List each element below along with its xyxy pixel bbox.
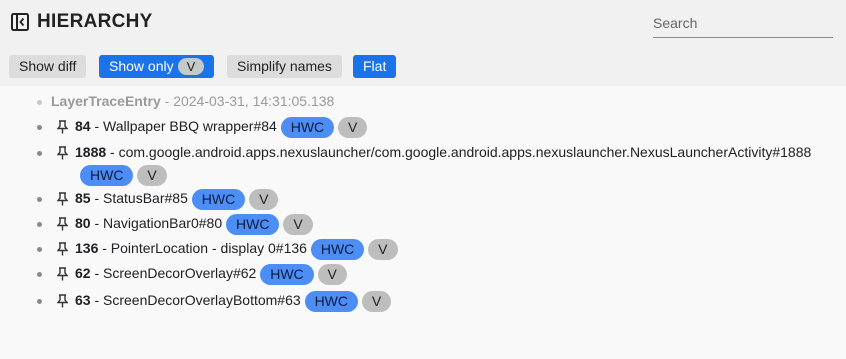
root-sep: - [160,93,174,109]
hwc-chip: HWC [310,238,365,260]
show-diff-button[interactable]: Show diff [9,55,87,78]
search-box[interactable] [653,11,833,38]
visibility-chip: V [317,263,347,285]
visibility-chip: V [137,164,167,186]
node-name: - com.google.android.apps.nexuslauncher/… [106,144,812,160]
node-name: - ScreenDecorOverlay#62 [90,265,257,281]
node-id: 1888 [75,144,107,160]
bullet-icon [37,125,42,130]
show-only-button[interactable]: Show only V [99,55,215,78]
bullet-icon [37,100,42,105]
bullet-icon [37,222,42,227]
node-name: - Wallpaper BBQ wrapper#84 [90,118,277,134]
root-label: LayerTraceEntry - 2024-03-31, 14:31:05.1… [51,91,334,111]
node-id: 80 [75,215,91,231]
flat-label: Flat [363,58,387,74]
hwc-chip: HWC [191,188,246,210]
pin-icon[interactable] [57,294,68,308]
root-timestamp: 2024-03-31, 14:31:05.138 [173,93,335,109]
root-name: LayerTraceEntry [51,93,161,109]
hwc-chip: HWC [260,263,314,285]
show-only-label: Show only [109,58,174,74]
hwc-chip: HWC [226,213,280,235]
bullet-icon [37,197,42,202]
show-only-value[interactable]: V [177,58,205,75]
node-label: 136 - PointerLocation - display 0#136 HW… [75,238,398,260]
node-label: 85 - StatusBar#85 HWC V [75,188,279,210]
pin-icon[interactable] [57,267,68,281]
bullet-icon [37,299,42,304]
pin-icon[interactable] [57,192,68,206]
visibility-chip: V [283,213,313,235]
flat-button[interactable]: Flat [353,55,397,78]
node-id: 84 [75,118,91,134]
panel-collapse-icon[interactable] [11,13,29,31]
pin-icon[interactable] [57,120,68,134]
node-label: 62 - ScreenDecorOverlay#62 HWC V [75,263,347,285]
bullet-icon [37,247,42,252]
node-name: - ScreenDecorOverlayBottom#63 [90,292,301,308]
page-title: HIERARCHY [37,11,153,32]
search-input[interactable] [653,11,833,35]
hwc-chip: HWC [304,290,358,312]
node-name: - PointerLocation - display 0#136 [98,240,307,256]
pin-icon[interactable] [57,242,68,256]
simplify-names-label: Simplify names [237,58,332,74]
visibility-chip: V [249,188,279,210]
hwc-chip: HWC [80,164,134,186]
node-label: 63 - ScreenDecorOverlayBottom#63 HWC V [75,290,392,312]
node-name: - NavigationBar0#80 [90,215,223,231]
bullet-icon [37,151,42,156]
visibility-chip: V [368,238,398,260]
node-label: 80 - NavigationBar0#80 HWC V [75,213,313,235]
bullet-icon [37,272,42,277]
visibility-chip: V [338,116,368,138]
hwc-chip: HWC [280,116,335,138]
node-chips: HWC V [80,164,167,186]
simplify-names-button[interactable]: Simplify names [227,55,342,78]
toolbar: Show diff Show only V Simplify names Flat [0,48,846,86]
pin-icon[interactable] [57,146,68,160]
node-name: - StatusBar#85 [90,190,188,206]
node-label: 1888 - com.google.android.apps.nexuslaun… [75,142,811,162]
node-id: 85 [75,190,91,206]
show-diff-label: Show diff [19,58,77,74]
hierarchy-header: HIERARCHY [0,0,846,48]
pin-icon[interactable] [57,217,68,231]
node-id: 136 [75,240,99,256]
node-id: 62 [75,265,91,281]
node-id: 63 [75,292,91,308]
node-label: 84 - Wallpaper BBQ wrapper#84 HWC V [75,116,368,138]
visibility-chip: V [361,290,392,312]
